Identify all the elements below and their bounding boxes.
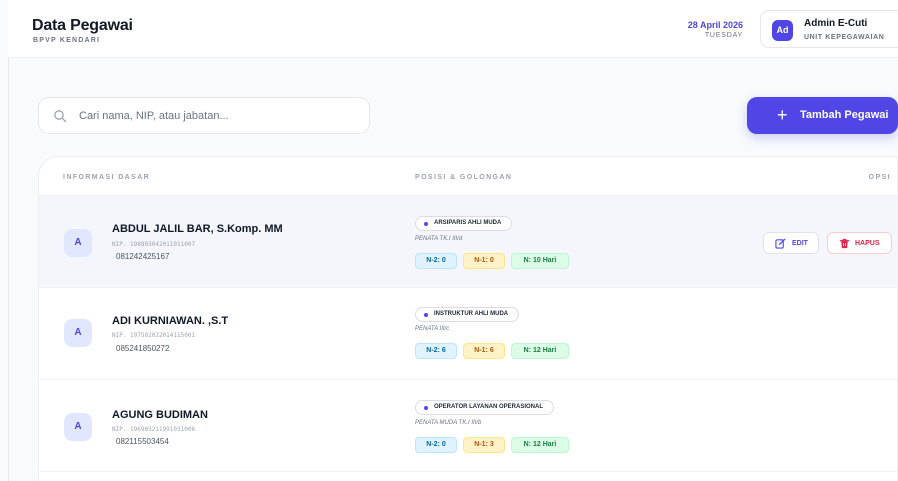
page-title: Data Pegawai (32, 17, 133, 34)
add-employee-label: Tambah Pegawai (800, 109, 889, 121)
user-role: UNIT KEPEGAWAIAN (804, 34, 885, 41)
employee-nip: NIP. 196903211991031006 (112, 426, 196, 433)
edit-icon (775, 238, 786, 249)
position-badge: OPERATOR LAYANAN OPERASIONAL (415, 400, 555, 415)
date-text: 28 April 2026 (687, 20, 743, 30)
trash-icon (839, 238, 850, 249)
employee-name: AGUNG BUDIMAN (112, 409, 208, 421)
delete-label: HAPUS (855, 240, 880, 247)
employee-rank: PENATA III/c (415, 326, 450, 332)
left-border (8, 0, 9, 481)
employee-name: ADI KURNIAWAN. ,S.T (112, 315, 229, 327)
top-header: Data Pegawai BPVP KENDARI 28 April 2026 … (8, 0, 898, 58)
leave-balance-n: N: 10 Hari (511, 253, 569, 269)
table-header: INFORMASI DASAR POSISI & GOLONGAN OPSI (39, 157, 897, 196)
current-date: 28 April 2026 TUESDAY (688, 20, 743, 39)
position-label: OPERATOR LAYANAN OPERASIONAL (434, 404, 544, 410)
employee-phone: 081242425167 (116, 252, 170, 261)
leave-balance-n2: N-2: 0 (415, 437, 457, 453)
employee-nip: NIP. 197502022014115001 (112, 332, 196, 339)
search-input[interactable] (79, 106, 359, 126)
leave-balance-n: N: 12 Hari (511, 437, 569, 453)
leave-balance-n2: N-2: 0 (415, 253, 457, 269)
column-header-position: POSISI & GOLONGAN (415, 174, 513, 181)
day-text: TUESDAY (704, 32, 743, 39)
user-name: Admin E-Cuti (804, 18, 868, 29)
employee-phone: 085241850272 (116, 344, 170, 353)
position-badge: INSTRUKTUR AHLI MUDA (415, 307, 520, 322)
search-icon (54, 110, 67, 123)
employee-phone: 082115503454 (116, 437, 169, 446)
edit-label: EDIT (792, 240, 808, 247)
position-badge: ARSIPARIS AHLI MUDA (415, 216, 513, 231)
employee-avatar: A (64, 319, 92, 347)
search-box[interactable] (38, 97, 370, 134)
plus-icon: + (777, 105, 788, 125)
position-dot-icon (424, 222, 428, 226)
table-row[interactable]: A AGUNG BUDIMAN NIP. 196903211991031006 … (39, 380, 897, 472)
user-avatar: Ad (772, 20, 793, 41)
position-label: INSTRUKTUR AHLI MUDA (434, 311, 509, 317)
employee-name: ABDUL JALIL BAR, S.Komp. MM (112, 223, 283, 235)
position-dot-icon (424, 406, 428, 410)
employee-table: INFORMASI DASAR POSISI & GOLONGAN OPSI A… (38, 156, 898, 481)
edit-button[interactable]: EDIT (763, 232, 819, 254)
leave-balance-n1: N-1: 3 (463, 437, 505, 453)
column-header-basic-info: INFORMASI DASAR (63, 174, 151, 181)
add-employee-button[interactable]: + Tambah Pegawai (747, 97, 898, 134)
leave-balance-n2: N-2: 6 (415, 343, 457, 359)
employee-avatar: A (64, 229, 92, 257)
leave-balance-n1: N-1: 6 (463, 343, 505, 359)
employee-avatar: A (64, 413, 92, 441)
column-header-options: OPSI (868, 174, 891, 181)
employee-nip: NIP. 198803042011011007 (112, 241, 196, 248)
position-label: ARSIPARIS AHLI MUDA (434, 220, 502, 226)
leave-balance-n1: N-1: 0 (463, 253, 505, 269)
table-row[interactable]: A ADI KURNIAWAN. ,S.T NIP. 1975020220141… (39, 288, 897, 380)
organization-subtitle: BPVP KENDARI (33, 37, 101, 44)
delete-button[interactable]: HAPUS (827, 232, 892, 254)
user-profile-card[interactable]: Ad Admin E-Cuti UNIT KEPEGAWAIAN (760, 10, 898, 48)
position-dot-icon (424, 313, 428, 317)
employee-rank: PENATA TK.I III/d (415, 236, 463, 242)
employee-rank: PENATA MUDA TK.I III/b (415, 420, 482, 426)
leave-balance-n: N: 12 Hari (511, 343, 569, 359)
table-row[interactable]: A ABDUL JALIL BAR, S.Komp. MM NIP. 19880… (39, 196, 897, 288)
